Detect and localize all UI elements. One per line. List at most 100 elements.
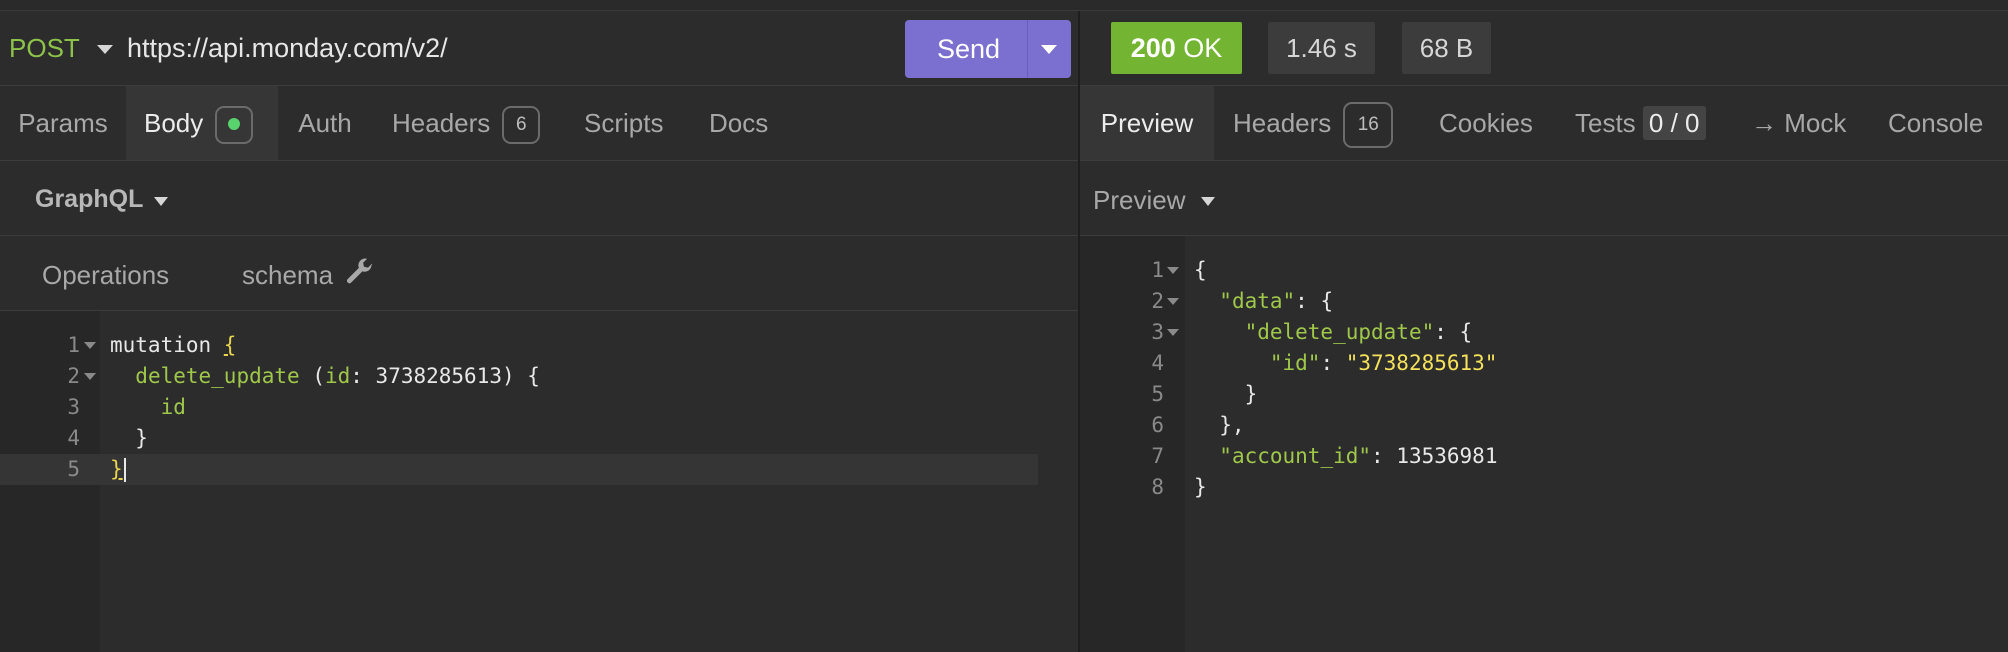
status-text: OK <box>1183 33 1223 63</box>
query-editor[interactable]: 1 mutation { 2 delete_update (id: 373828… <box>0 311 1078 652</box>
response-headers-count-badge: 16 <box>1343 102 1394 149</box>
response-status-bar: 200 OK 1.46 s 68 B <box>1080 11 2008 86</box>
response-line: 6 }, <box>1080 410 2008 441</box>
code-line: 4 } <box>0 423 1038 454</box>
response-pane: 200 OK 1.46 s 68 B Preview Headers 16 Coo… <box>1080 11 2008 652</box>
response-line: 1 { <box>1080 255 2008 286</box>
code-text: { <box>1194 258 1207 282</box>
response-line: 7 "account_id": 13536981 <box>1080 441 2008 472</box>
tab-schema[interactable]: schema <box>242 260 333 291</box>
line-number: 3 <box>67 395 80 419</box>
response-line: 2 "data": { <box>1080 286 2008 317</box>
headers-count-badge: 6 <box>502 106 541 145</box>
tab-params-label: Params <box>18 108 108 138</box>
body-status-badge <box>215 106 254 145</box>
send-split-divider <box>1027 20 1028 78</box>
graphql-tabs: Operations schema <box>0 236 1078 311</box>
tab-auth-label: Auth <box>298 108 352 138</box>
tab-preview-label: Preview <box>1100 108 1194 138</box>
tab-params[interactable]: Params <box>0 86 126 160</box>
wrench-icon[interactable] <box>344 256 374 290</box>
chevron-down-icon[interactable] <box>1201 197 1215 206</box>
tab-cookies[interactable]: Cookies <box>1439 86 1549 160</box>
line-number: 4 <box>1151 351 1164 375</box>
preview-mode-bar: Preview <box>1080 161 2008 236</box>
tab-preview[interactable]: Preview <box>1080 86 1214 160</box>
tab-docs[interactable]: Docs <box>709 86 779 160</box>
response-time: 1.46 s <box>1268 22 1375 74</box>
tab-console[interactable]: Console <box>1888 86 1998 160</box>
tab-operations[interactable]: Operations <box>42 260 169 291</box>
request-pane: POST https://api.monday.com/v2/ Send Par… <box>0 11 1078 652</box>
method-selector[interactable]: POST <box>9 33 80 64</box>
fold-caret-icon[interactable] <box>1167 298 1179 305</box>
tab-response-headers-label: Headers <box>1233 108 1332 138</box>
code-line: 1 mutation { <box>0 330 1038 361</box>
code-line: 3 id <box>0 392 1038 423</box>
status-badge: 200 OK <box>1111 22 1242 74</box>
code-text: mutation { <box>110 333 237 357</box>
chevron-down-icon[interactable] <box>97 45 113 54</box>
tab-cookies-label: Cookies <box>1439 108 1533 138</box>
fold-caret-icon[interactable] <box>84 342 96 349</box>
chevron-down-icon[interactable] <box>154 197 168 206</box>
response-line: 8 } <box>1080 472 2008 503</box>
code-text: "id": "3738285613" <box>1269 351 1498 375</box>
body-type-selector[interactable]: GraphQL <box>35 185 143 214</box>
code-text: }, <box>1194 413 1245 437</box>
tab-docs-label: Docs <box>709 108 769 138</box>
url-bar: POST https://api.monday.com/v2/ Send <box>0 11 1078 86</box>
response-tabs: Preview Headers 16 Cookies Tests 0 / 0 → … <box>1080 86 2008 161</box>
tab-mock[interactable]: → Mock <box>1751 86 1863 160</box>
line-number: 4 <box>67 426 80 450</box>
green-dot-icon <box>228 117 241 130</box>
line-number: 6 <box>1151 413 1164 437</box>
tab-auth[interactable]: Auth <box>278 86 372 160</box>
code-text: "delete_update": { <box>1244 320 1473 344</box>
response-viewer[interactable]: 1 { 2 "data": { 3 "delete_update": { 4 "… <box>1080 236 2008 652</box>
code-text: } <box>1194 382 1258 406</box>
tab-response-headers[interactable]: Headers 16 <box>1233 86 1403 160</box>
code-line: 2 delete_update (id: 3738285613) { <box>0 361 1038 392</box>
body-type-bar: GraphQL <box>0 161 1078 236</box>
text-cursor <box>123 458 126 482</box>
code-text: } <box>1194 475 1207 499</box>
line-number: 1 <box>1151 258 1164 282</box>
response-line: 5 } <box>1080 379 2008 410</box>
fold-caret-icon[interactable] <box>1167 329 1179 336</box>
send-button[interactable]: Send <box>905 20 1071 78</box>
code-text: } <box>110 454 126 485</box>
line-number: 5 <box>67 457 80 481</box>
code-text: } <box>110 426 148 450</box>
fold-caret-icon[interactable] <box>1167 267 1179 274</box>
code-text: delete_update (id: 3738285613) { <box>135 364 540 388</box>
tab-scripts-label: Scripts <box>584 108 664 138</box>
response-size: 68 B <box>1402 22 1491 74</box>
tab-console-label: Console <box>1888 108 1984 138</box>
status-code: 200 <box>1130 33 1176 63</box>
tab-body-label: Body <box>144 108 204 138</box>
tab-body[interactable]: Body <box>126 86 278 160</box>
fold-caret-icon[interactable] <box>84 373 96 380</box>
url-input[interactable]: https://api.monday.com/v2/ <box>127 33 448 64</box>
tests-count-badge: 0 / 0 <box>1642 106 1706 140</box>
line-number: 3 <box>1151 320 1164 344</box>
tab-scripts[interactable]: Scripts <box>584 86 684 160</box>
preview-mode-selector[interactable]: Preview <box>1093 185 1185 216</box>
code-text: "account_id": 13536981 <box>1219 444 1498 468</box>
line-number: 5 <box>1151 382 1164 406</box>
send-button-label: Send <box>937 34 1001 64</box>
tab-headers-label: Headers <box>392 108 491 138</box>
code-text: "data": { <box>1219 289 1334 313</box>
tab-headers[interactable]: Headers 6 <box>392 86 552 160</box>
tab-mock-label: → Mock <box>1751 108 1847 138</box>
line-number: 2 <box>67 364 80 388</box>
tab-tests[interactable]: Tests 0 / 0 <box>1575 86 1725 160</box>
code-line-current: 5 } <box>0 454 1038 485</box>
code-text: id <box>110 395 186 419</box>
line-number: 2 <box>1151 289 1164 313</box>
line-number: 8 <box>1151 475 1164 499</box>
line-number: 7 <box>1151 444 1164 468</box>
window-top-strip <box>0 0 2008 11</box>
chevron-down-icon[interactable] <box>1041 45 1057 54</box>
